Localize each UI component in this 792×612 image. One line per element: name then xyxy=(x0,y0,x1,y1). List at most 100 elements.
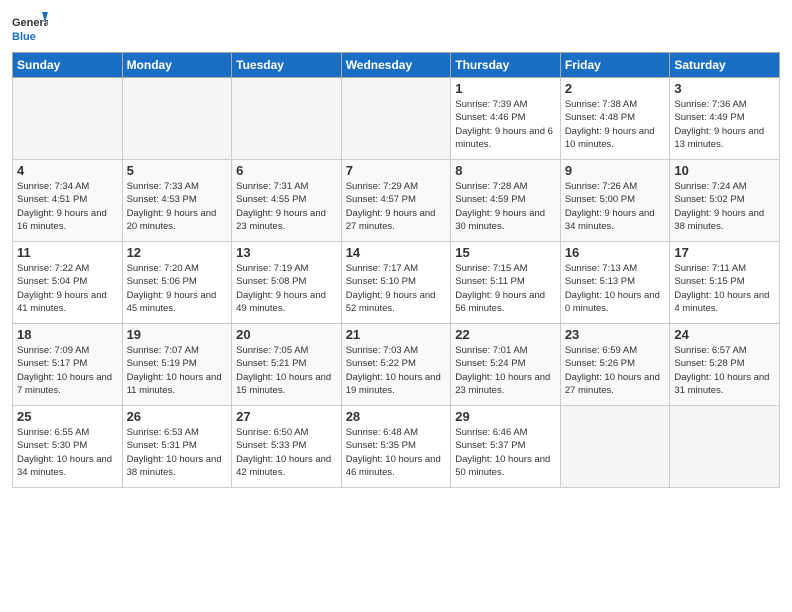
svg-text:General: General xyxy=(12,17,48,29)
day-info: Sunrise: 7:09 AM Sunset: 5:17 PM Dayligh… xyxy=(17,344,118,397)
day-number: 15 xyxy=(455,245,556,260)
days-header-row: SundayMondayTuesdayWednesdayThursdayFrid… xyxy=(13,53,780,78)
day-number: 17 xyxy=(674,245,775,260)
day-cell: 22 Sunrise: 7:01 AM Sunset: 5:24 PM Dayli… xyxy=(451,324,561,406)
day-info: Sunrise: 7:19 AM Sunset: 5:08 PM Dayligh… xyxy=(236,262,337,315)
day-info: Sunrise: 6:55 AM Sunset: 5:30 PM Dayligh… xyxy=(17,426,118,479)
day-cell: 6 Sunrise: 7:31 AM Sunset: 4:55 PM Daylig… xyxy=(232,160,342,242)
day-cell: 5 Sunrise: 7:33 AM Sunset: 4:53 PM Daylig… xyxy=(122,160,232,242)
day-number: 7 xyxy=(346,163,447,178)
day-number: 14 xyxy=(346,245,447,260)
day-info: Sunrise: 7:07 AM Sunset: 5:19 PM Dayligh… xyxy=(127,344,228,397)
day-number: 25 xyxy=(17,409,118,424)
day-number: 24 xyxy=(674,327,775,342)
day-info: Sunrise: 7:17 AM Sunset: 5:10 PM Dayligh… xyxy=(346,262,447,315)
day-number: 13 xyxy=(236,245,337,260)
day-cell: 18Sunrise: 7:09 AM Sunset: 5:17 PM Dayli… xyxy=(13,324,123,406)
week-row-3: 11 Sunrise: 7:22 AM Sunset: 5:04 PM Dayli… xyxy=(13,242,780,324)
day-cell: 21 Sunrise: 7:03 AM Sunset: 5:22 PM Dayli… xyxy=(341,324,451,406)
day-header-monday: Monday xyxy=(122,53,232,78)
day-number: 1 xyxy=(455,81,556,96)
day-info: Sunrise: 7:03 AM Sunset: 5:22 PM Dayligh… xyxy=(346,344,447,397)
day-info: Sunrise: 7:01 AM Sunset: 5:24 PM Dayligh… xyxy=(455,344,556,397)
day-cell: 8 Sunrise: 7:28 AM Sunset: 4:59 PM Daylig… xyxy=(451,160,561,242)
day-cell: 17 Sunrise: 7:11 AM Sunset: 5:15 PM Dayli… xyxy=(670,242,780,324)
day-cell xyxy=(232,78,342,160)
day-info: Sunrise: 7:05 AM Sunset: 5:21 PM Dayligh… xyxy=(236,344,337,397)
day-info: Sunrise: 7:20 AM Sunset: 5:06 PM Dayligh… xyxy=(127,262,228,315)
day-cell: 24 Sunrise: 6:57 AM Sunset: 5:28 PM Dayli… xyxy=(670,324,780,406)
day-info: Sunrise: 7:36 AM Sunset: 4:49 PM Dayligh… xyxy=(674,98,775,151)
day-number: 6 xyxy=(236,163,337,178)
day-cell xyxy=(560,406,670,488)
day-info: Sunrise: 6:48 AM Sunset: 5:35 PM Dayligh… xyxy=(346,426,447,479)
day-info: Sunrise: 7:34 AM Sunset: 4:51 PM Dayligh… xyxy=(17,180,118,233)
day-header-sunday: Sunday xyxy=(13,53,123,78)
day-header-friday: Friday xyxy=(560,53,670,78)
day-info: Sunrise: 6:59 AM Sunset: 5:26 PM Dayligh… xyxy=(565,344,666,397)
day-number: 29 xyxy=(455,409,556,424)
day-number: 16 xyxy=(565,245,666,260)
day-number: 19 xyxy=(127,327,228,342)
day-info: Sunrise: 6:57 AM Sunset: 5:28 PM Dayligh… xyxy=(674,344,775,397)
day-number: 9 xyxy=(565,163,666,178)
day-cell: 13 Sunrise: 7:19 AM Sunset: 5:08 PM Dayli… xyxy=(232,242,342,324)
day-info: Sunrise: 7:29 AM Sunset: 4:57 PM Dayligh… xyxy=(346,180,447,233)
day-cell xyxy=(670,406,780,488)
day-cell xyxy=(13,78,123,160)
day-info: Sunrise: 6:46 AM Sunset: 5:37 PM Dayligh… xyxy=(455,426,556,479)
day-info: Sunrise: 7:39 AM Sunset: 4:46 PM Dayligh… xyxy=(455,98,556,151)
day-number: 12 xyxy=(127,245,228,260)
day-number: 20 xyxy=(236,327,337,342)
day-cell: 29 Sunrise: 6:46 AM Sunset: 5:37 PM Dayli… xyxy=(451,406,561,488)
day-info: Sunrise: 7:28 AM Sunset: 4:59 PM Dayligh… xyxy=(455,180,556,233)
day-cell: 2 Sunrise: 7:38 AM Sunset: 4:48 PM Daylig… xyxy=(560,78,670,160)
day-cell: 15 Sunrise: 7:15 AM Sunset: 5:11 PM Dayli… xyxy=(451,242,561,324)
day-cell: 27Sunrise: 6:50 AM Sunset: 5:33 PM Dayli… xyxy=(232,406,342,488)
day-cell: 12 Sunrise: 7:20 AM Sunset: 5:06 PM Dayli… xyxy=(122,242,232,324)
day-cell: 23Sunrise: 6:59 AM Sunset: 5:26 PM Dayli… xyxy=(560,324,670,406)
day-number: 4 xyxy=(17,163,118,178)
day-cell: 26Sunrise: 6:53 AM Sunset: 5:31 PM Dayli… xyxy=(122,406,232,488)
day-number: 28 xyxy=(346,409,447,424)
day-header-thursday: Thursday xyxy=(451,53,561,78)
week-row-1: 1 Sunrise: 7:39 AM Sunset: 4:46 PM Daylig… xyxy=(13,78,780,160)
day-header-saturday: Saturday xyxy=(670,53,780,78)
day-info: Sunrise: 7:11 AM Sunset: 5:15 PM Dayligh… xyxy=(674,262,775,315)
day-info: Sunrise: 7:33 AM Sunset: 4:53 PM Dayligh… xyxy=(127,180,228,233)
day-cell xyxy=(122,78,232,160)
day-cell: 19 Sunrise: 7:07 AM Sunset: 5:19 PM Dayli… xyxy=(122,324,232,406)
day-info: Sunrise: 6:50 AM Sunset: 5:33 PM Dayligh… xyxy=(236,426,337,479)
day-info: Sunrise: 7:26 AM Sunset: 5:00 PM Dayligh… xyxy=(565,180,666,233)
header-row: General Blue xyxy=(12,10,780,46)
day-info: Sunrise: 7:31 AM Sunset: 4:55 PM Dayligh… xyxy=(236,180,337,233)
day-cell: 3 Sunrise: 7:36 AM Sunset: 4:49 PM Daylig… xyxy=(670,78,780,160)
day-number: 26 xyxy=(127,409,228,424)
calendar-container: General Blue SundayMondayTuesdayWednesda… xyxy=(0,0,792,496)
day-number: 10 xyxy=(674,163,775,178)
day-number: 11 xyxy=(17,245,118,260)
day-number: 2 xyxy=(565,81,666,96)
day-cell: 1 Sunrise: 7:39 AM Sunset: 4:46 PM Daylig… xyxy=(451,78,561,160)
day-number: 8 xyxy=(455,163,556,178)
day-cell: 11 Sunrise: 7:22 AM Sunset: 5:04 PM Dayli… xyxy=(13,242,123,324)
day-cell: 14 Sunrise: 7:17 AM Sunset: 5:10 PM Dayli… xyxy=(341,242,451,324)
day-header-tuesday: Tuesday xyxy=(232,53,342,78)
day-cell xyxy=(341,78,451,160)
day-number: 22 xyxy=(455,327,556,342)
day-info: Sunrise: 7:38 AM Sunset: 4:48 PM Dayligh… xyxy=(565,98,666,151)
day-cell: 10 Sunrise: 7:24 AM Sunset: 5:02 PM Dayli… xyxy=(670,160,780,242)
day-info: Sunrise: 7:24 AM Sunset: 5:02 PM Dayligh… xyxy=(674,180,775,233)
day-info: Sunrise: 7:15 AM Sunset: 5:11 PM Dayligh… xyxy=(455,262,556,315)
day-cell: 25 Sunrise: 6:55 AM Sunset: 5:30 PM Dayli… xyxy=(13,406,123,488)
day-cell: 28 Sunrise: 6:48 AM Sunset: 5:35 PM Dayli… xyxy=(341,406,451,488)
day-cell: 9 Sunrise: 7:26 AM Sunset: 5:00 PM Daylig… xyxy=(560,160,670,242)
day-cell: 16Sunrise: 7:13 AM Sunset: 5:13 PM Dayli… xyxy=(560,242,670,324)
svg-text:Blue: Blue xyxy=(12,31,36,43)
day-info: Sunrise: 7:22 AM Sunset: 5:04 PM Dayligh… xyxy=(17,262,118,315)
day-number: 5 xyxy=(127,163,228,178)
day-cell: 20 Sunrise: 7:05 AM Sunset: 5:21 PM Dayli… xyxy=(232,324,342,406)
week-row-2: 4 Sunrise: 7:34 AM Sunset: 4:51 PM Daylig… xyxy=(13,160,780,242)
day-number: 3 xyxy=(674,81,775,96)
day-number: 21 xyxy=(346,327,447,342)
